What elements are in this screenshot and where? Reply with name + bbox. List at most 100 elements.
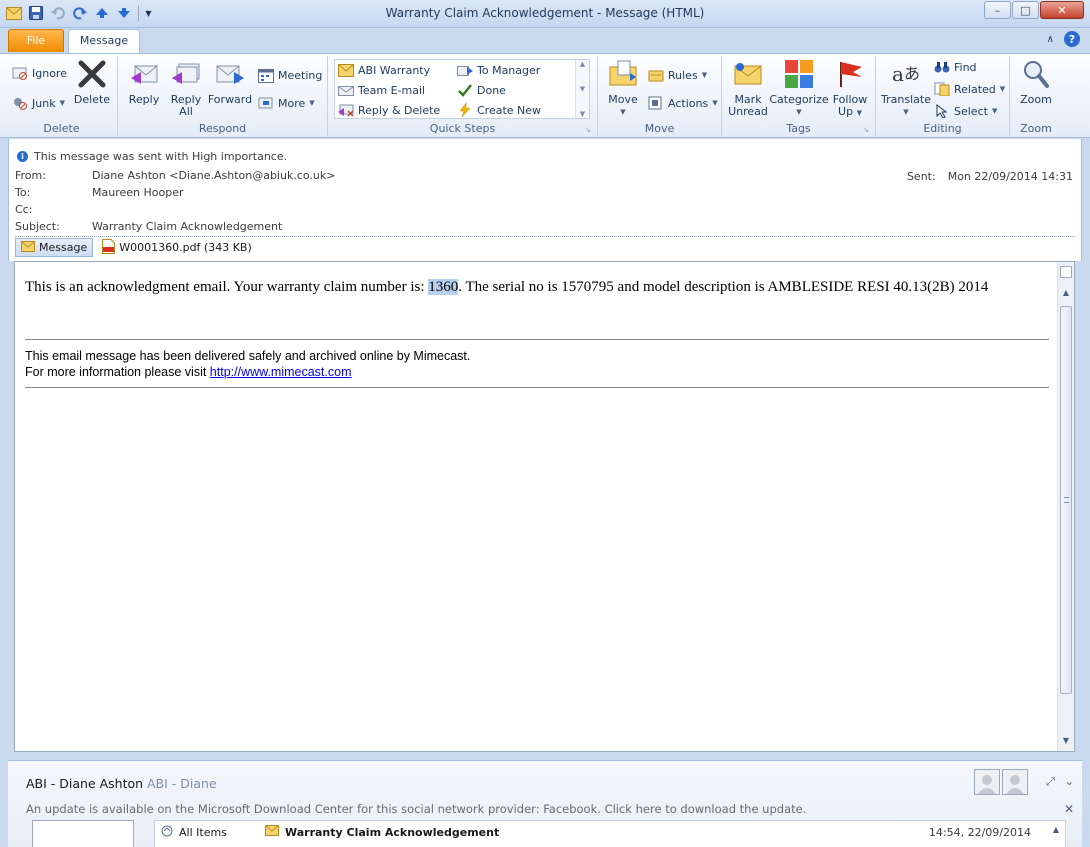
- collapse-ribbon-icon[interactable]: ∧: [1047, 34, 1054, 45]
- rules-button[interactable]: Rules ▼: [648, 66, 707, 84]
- related-button[interactable]: Related ▼: [934, 80, 1005, 98]
- tags-group-label: Tags: [786, 122, 811, 135]
- people-pane-list-box[interactable]: [32, 820, 134, 847]
- done-checkmark-icon: [457, 82, 473, 98]
- find-binoculars-icon: [934, 59, 950, 75]
- move-group-label: Move: [644, 122, 675, 135]
- related-dropdown-icon: ▼: [999, 85, 1006, 93]
- subject-value: Warranty Claim Acknowledgement: [92, 220, 283, 233]
- team-email-icon: [338, 82, 354, 98]
- body-vertical-scrollbar[interactable]: ▲ ▼: [1057, 262, 1074, 751]
- people-pane-name[interactable]: ABI - Diane Ashton: [26, 776, 143, 791]
- more-dropdown-icon: ▼: [309, 99, 315, 107]
- tab-file[interactable]: File: [8, 29, 64, 52]
- tab-message[interactable]: Message: [68, 29, 140, 53]
- pdf-attachment[interactable]: W0001360.pdf (343 KB): [97, 238, 257, 257]
- scroll-down-arrow-icon[interactable]: ▼: [1060, 736, 1072, 748]
- avatar-strip: [974, 769, 1028, 795]
- mimecast-bottom-rule: [25, 387, 1049, 388]
- sent-row: Sent: Mon 22/09/2014 14:31: [906, 170, 1073, 183]
- quick-step-done[interactable]: Done: [457, 81, 506, 99]
- delete-group-label: Delete: [43, 122, 80, 135]
- delete-button[interactable]: Delete: [70, 58, 114, 106]
- message-view-tab[interactable]: Message: [15, 238, 94, 257]
- quick-steps-scroll[interactable]: ▲ ▼ ▼: [575, 60, 589, 118]
- scroll-down-icon[interactable]: ▼: [580, 85, 585, 93]
- help-icon[interactable]: ?: [1064, 31, 1080, 47]
- close-button[interactable]: ✕: [1040, 1, 1084, 19]
- respond-group: Reply Reply All Forward Meeting More ▼ R…: [118, 56, 328, 136]
- tags-group: Mark Unread Categorize ▼ Follow Up ▼ Tag…: [722, 56, 876, 136]
- mimecast-link[interactable]: http://www.mimecast.com: [210, 365, 352, 379]
- zoom-button[interactable]: Zoom: [1014, 58, 1058, 106]
- more-respond-button[interactable]: More ▼: [258, 94, 315, 112]
- minimize-button[interactable]: –: [984, 1, 1011, 19]
- update-notice[interactable]: An update is available on the Microsoft …: [26, 802, 806, 816]
- attachment-bar: Message W0001360.pdf (343 KB): [15, 238, 257, 257]
- mimecast-notice: This email message has been delivered sa…: [25, 349, 471, 379]
- actions-button[interactable]: Actions ▼: [648, 94, 718, 112]
- select-button[interactable]: Select ▼: [934, 102, 997, 120]
- reply-all-icon: [170, 58, 202, 90]
- pane-options-chevron-icon[interactable]: ⌄: [1065, 775, 1074, 789]
- respond-group-label: Respond: [198, 122, 247, 135]
- feed-item[interactable]: Warranty Claim Acknowledgement: [265, 825, 499, 839]
- quick-step-team-email[interactable]: Team E-mail: [338, 81, 425, 99]
- recipient-name[interactable]: Maureen Hooper: [92, 186, 184, 199]
- maximize-button[interactable]: □: [1012, 1, 1039, 19]
- feed-scroll-icon[interactable]: ▲: [1053, 825, 1059, 834]
- follow-up-dropdown-icon: ▼: [856, 109, 862, 117]
- follow-up-button[interactable]: Follow Up ▼: [828, 58, 872, 119]
- create-new-lightning-icon: [457, 102, 473, 118]
- sender-name[interactable]: Diane Ashton <Diane.Ashton@abiuk.co.uk>: [92, 169, 335, 182]
- categorize-button[interactable]: Categorize ▼: [769, 58, 829, 118]
- tags-dialog-launcher-icon[interactable]: ↘: [863, 126, 869, 134]
- reply-all-button[interactable]: Reply All: [166, 58, 206, 118]
- scroll-thumb[interactable]: [1060, 306, 1072, 694]
- dismiss-notice-icon[interactable]: ✕: [1064, 802, 1074, 816]
- sent-date: Mon 22/09/2014 14:31: [947, 170, 1073, 183]
- forward-button[interactable]: Forward: [208, 58, 252, 106]
- zoom-magnifier-icon: [1020, 58, 1052, 90]
- view-options-icon[interactable]: [1060, 266, 1072, 278]
- translate-button[interactable]: aあ Translate ▼: [880, 58, 932, 118]
- quick-steps-group-label: Quick Steps: [429, 122, 496, 135]
- quick-steps-dialog-launcher-icon[interactable]: ↘: [585, 126, 591, 134]
- cc-row: Cc:: [15, 203, 33, 216]
- people-pane-secondary-name[interactable]: ABI - Diane: [147, 776, 217, 791]
- select-cursor-icon: [934, 103, 950, 119]
- move-group: Move ▼ Rules ▼ Actions ▼ Move: [598, 56, 722, 136]
- expand-pane-icon[interactable]: ⤢: [1046, 775, 1055, 789]
- gallery-expand-icon[interactable]: ▼: [580, 110, 585, 118]
- message-body-pane[interactable]: This is an acknowledgment email. Your wa…: [14, 261, 1075, 752]
- scroll-up-arrow-icon[interactable]: ▲: [1060, 288, 1072, 300]
- all-items-filter[interactable]: All Items: [161, 825, 227, 840]
- title-bar: ▼ Warranty Claim Acknowledgement - Messa…: [0, 0, 1090, 28]
- reply-delete-icon: [338, 102, 354, 118]
- junk-button[interactable]: Junk ▼: [12, 94, 65, 112]
- find-button[interactable]: Find: [934, 58, 977, 76]
- scroll-up-icon[interactable]: ▲: [580, 60, 585, 68]
- quick-step-abi-warranty[interactable]: ABI Warranty: [338, 61, 430, 79]
- quick-step-create-new[interactable]: Create New: [457, 101, 541, 119]
- move-dropdown-icon: ▼: [620, 108, 626, 116]
- quick-steps-gallery: ABI Warranty To Manager Team E-mail Done…: [334, 59, 590, 119]
- reply-button[interactable]: Reply: [124, 58, 164, 106]
- activity-feed-row[interactable]: All Items Warranty Claim Acknowledgement…: [154, 820, 1066, 847]
- mark-unread-button[interactable]: Mark Unread: [726, 58, 770, 118]
- quick-step-reply-delete[interactable]: Reply & Delete: [338, 101, 440, 119]
- avatar[interactable]: [974, 769, 1000, 795]
- move-folder-icon: [607, 58, 639, 90]
- meeting-button[interactable]: Meeting: [258, 66, 322, 84]
- avatar[interactable]: [1002, 769, 1028, 795]
- ignore-button[interactable]: Ignore: [12, 64, 67, 82]
- info-icon: i: [17, 151, 28, 162]
- reply-icon: [128, 58, 160, 90]
- ignore-icon: [12, 65, 28, 81]
- categorize-dropdown-icon: ▼: [796, 108, 802, 116]
- move-button[interactable]: Move ▼: [604, 58, 642, 118]
- quick-steps-group: ABI Warranty To Manager Team E-mail Done…: [328, 56, 598, 136]
- related-icon: [934, 81, 950, 97]
- ribbon-tab-row: File Message ∧ ?: [0, 28, 1090, 53]
- quick-step-to-manager[interactable]: To Manager: [457, 61, 540, 79]
